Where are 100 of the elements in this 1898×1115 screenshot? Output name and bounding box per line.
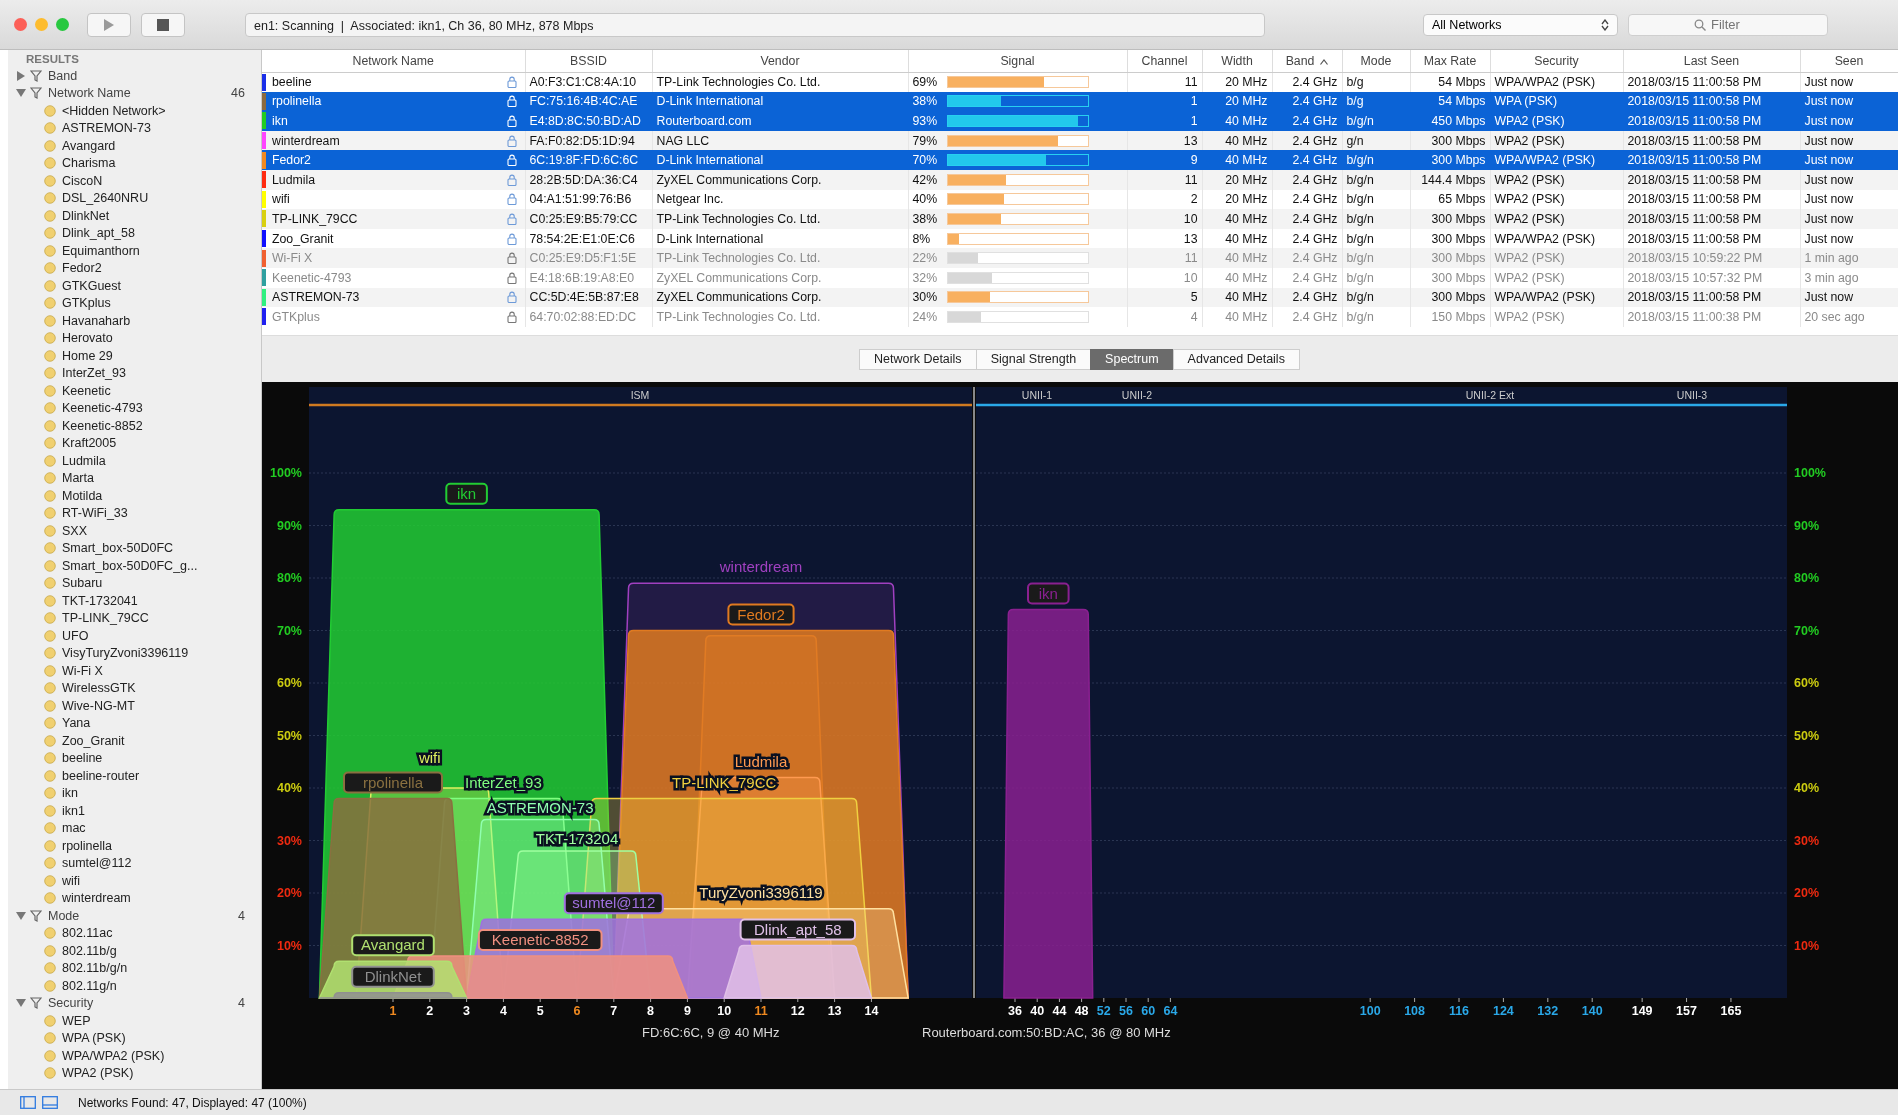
sidebar-item[interactable]: InterZet_93 — [62, 366, 126, 381]
sidebar-item[interactable]: WPA (PSK) — [62, 1031, 126, 1046]
networks-dropdown[interactable]: All Networks — [1423, 13, 1618, 36]
dot-icon — [44, 787, 56, 800]
sidebar-group[interactable]: Network Name — [48, 86, 215, 101]
column-header[interactable]: Mode — [1342, 50, 1410, 72]
sidebar-item[interactable]: Keenetic — [62, 383, 111, 398]
sidebar-item[interactable]: beeline — [62, 751, 103, 766]
sidebar-item[interactable]: rpolinella — [62, 838, 113, 853]
sidebar-item[interactable]: RT-WiFi_33 — [62, 506, 128, 521]
dot-icon — [44, 157, 56, 170]
column-header[interactable]: Network Name — [262, 50, 525, 72]
sidebar-item[interactable]: beeline-router — [62, 768, 140, 783]
sidebar-item[interactable]: Kraft2005 — [62, 436, 117, 451]
sidebar-item[interactable]: Zoo_Granit — [62, 733, 125, 748]
sidebar-item[interactable]: Wive-NG-MT — [62, 698, 135, 713]
sidebar-item[interactable]: SXX — [62, 523, 87, 538]
sidebar-group[interactable]: Mode — [48, 908, 215, 923]
sidebar-group[interactable]: Security — [48, 996, 215, 1011]
search-field[interactable]: Filter — [1628, 13, 1828, 36]
sidebar-item[interactable]: Yana — [62, 716, 91, 731]
dot-icon — [44, 752, 56, 765]
sidebar-item[interactable]: TKT-1732041 — [62, 593, 138, 608]
minimize-button[interactable] — [35, 18, 48, 31]
sidebar-item[interactable]: 802.11ac — [62, 926, 113, 941]
column-header[interactable]: Security — [1490, 50, 1623, 72]
sidebar-item[interactable]: ikn — [62, 786, 78, 801]
table-cell-text: 93% — [912, 114, 939, 128]
sidebar-item[interactable]: 802.11b/g — [62, 943, 117, 958]
table-cell: 10 — [1183, 211, 1198, 226]
sidebar-item[interactable]: VisyTuryZvoni3396119 — [62, 646, 189, 661]
zoom-button[interactable] — [56, 18, 69, 31]
sidebar-item[interactable]: DlinkNet — [62, 208, 110, 223]
sidebar-item[interactable]: TP-LINK_79CC — [62, 611, 149, 626]
play-button[interactable] — [87, 12, 131, 37]
table-cell: D-Link International — [656, 231, 764, 246]
column-header[interactable]: Channel — [1127, 50, 1202, 72]
sidebar-item[interactable]: Motilda — [62, 488, 103, 503]
column-header[interactable]: Vendor — [652, 50, 908, 72]
sidebar-item[interactable]: mac — [62, 821, 86, 836]
sidebar-item[interactable]: WEP — [62, 1013, 91, 1028]
sidebar-item[interactable]: Keenetic-8852 — [62, 418, 143, 433]
sidebar-item[interactable]: Keenetic-4793 — [62, 401, 143, 416]
sidebar-item[interactable]: <Hidden Network> — [62, 103, 166, 118]
sidebar-item[interactable]: UFO — [62, 628, 89, 643]
sidebar-item[interactable]: sumtel@112 — [62, 856, 132, 871]
sidebar-item[interactable]: WPA2 (PSK) — [62, 1066, 134, 1081]
sidebar-item[interactable]: 802.11b/g/n — [62, 961, 128, 976]
sidebar-item[interactable]: Dlink_apt_58 — [62, 226, 135, 241]
band-label: UNII-1 — [1021, 389, 1053, 401]
sidebar-item[interactable]: WirelessGTK — [62, 681, 136, 696]
table-cell: FA:F0:82:D5:1D:94 — [529, 133, 635, 148]
sidebar-item[interactable]: GTKplus — [62, 296, 111, 311]
sidebar-item[interactable]: Marta — [62, 471, 94, 486]
column-header[interactable]: Seen — [1800, 50, 1898, 72]
column-header[interactable]: BSSID — [525, 50, 652, 72]
sidebar-item[interactable]: Havanaharb — [62, 313, 131, 328]
sidebar-item[interactable]: Subaru — [62, 576, 103, 591]
table-cell: 150 Mbps — [1431, 309, 1486, 324]
axis-label: 124 — [1492, 1004, 1514, 1018]
sidebar-item[interactable]: Home 29 — [62, 348, 113, 363]
sidebar-item[interactable]: ikn1 — [62, 803, 85, 818]
sidebar-item[interactable]: ASTREMON-73 — [62, 121, 151, 136]
table-cell: b/g/n — [1346, 290, 1374, 305]
dot-icon — [44, 612, 56, 625]
sidebar-item[interactable]: Smart_box-50D0FC — [62, 541, 174, 556]
sidebar-item[interactable]: WPA/WPA2 (PSK) — [62, 1048, 165, 1063]
tab[interactable]: Spectrum — [1090, 348, 1174, 370]
sidebar-item[interactable]: Avangard — [62, 138, 116, 153]
column-header[interactable]: Max Rate — [1410, 50, 1490, 72]
tab[interactable]: Advanced Details — [1172, 348, 1300, 370]
column-header[interactable]: Last Seen — [1623, 50, 1800, 72]
network-label: InterZet_93 — [465, 773, 542, 791]
sidebar-item[interactable]: Equimanthorn — [62, 243, 140, 258]
tab[interactable]: Network Details — [859, 348, 977, 370]
sidebar-group[interactable]: Band — [48, 68, 261, 83]
tab[interactable]: Signal Strength — [975, 348, 1092, 370]
sidebar-item[interactable]: winterdream — [62, 891, 131, 906]
table-cell: WPA2 (PSK) — [1494, 251, 1565, 266]
sidebar-item[interactable]: Fedor2 — [62, 261, 102, 276]
sidebar-item[interactable]: CiscoN — [62, 173, 103, 188]
sidebar-item[interactable]: Charisma — [62, 156, 116, 171]
table-cell: 9 — [1190, 153, 1198, 168]
column-header[interactable]: Width — [1202, 50, 1272, 72]
sidebar-item[interactable]: Smart_box-50D0FC_g... — [62, 558, 198, 573]
table-cell: Just now — [1804, 114, 1854, 128]
stop-button[interactable] — [141, 12, 185, 37]
sidebar-item[interactable]: DSL_2640NRU — [62, 191, 149, 206]
sidebar-item[interactable]: Wi-Fi X — [62, 663, 103, 678]
sidebar-item[interactable]: Ludmila — [62, 453, 106, 468]
dot-icon — [44, 262, 56, 275]
close-button[interactable] — [14, 18, 27, 31]
column-header[interactable]: Band — [1272, 50, 1342, 72]
column-header[interactable]: Signal — [908, 50, 1127, 72]
network-label: ikn — [445, 482, 488, 505]
sidebar-item[interactable]: GTKGuest — [62, 278, 122, 293]
sidebar-item[interactable]: Herovato — [62, 331, 113, 346]
sidebar-item[interactable]: 802.11g/n — [62, 978, 117, 993]
sidebar-item[interactable]: wifi — [62, 873, 81, 888]
table-cell-text: beeline — [272, 75, 313, 90]
